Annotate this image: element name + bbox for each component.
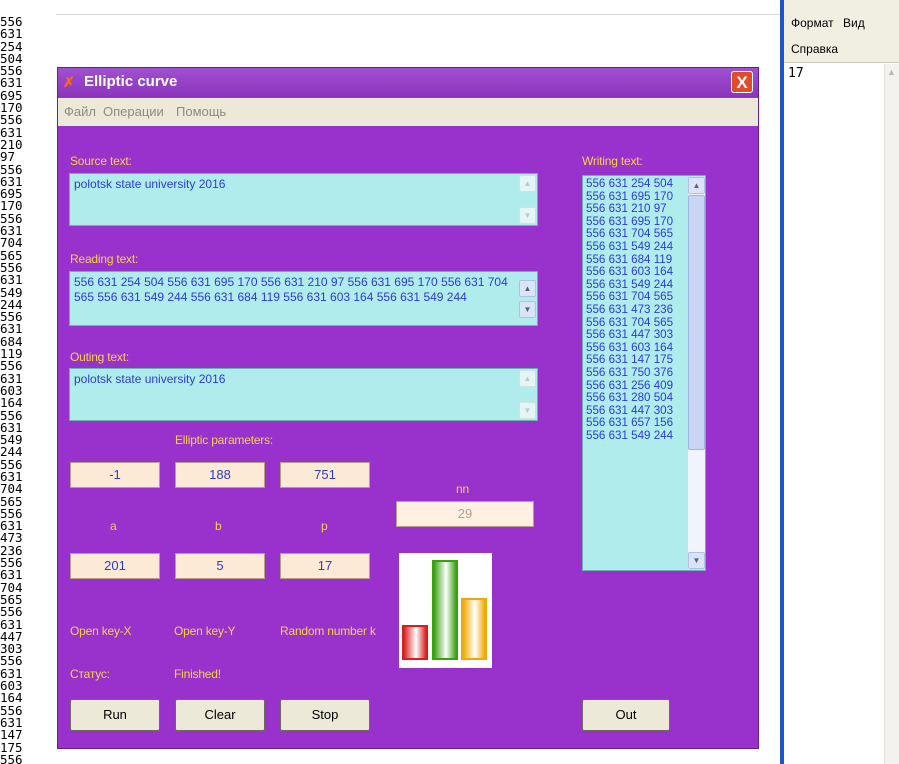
close-button[interactable]: X [731,71,753,93]
param-p-field[interactable]: 751 [280,462,370,488]
param-b-field[interactable]: 188 [175,462,265,488]
writing-scrollbar[interactable]: ▲ ▼ [688,177,705,569]
background-number: 556 [0,751,23,764]
status-label: Статус: [70,667,110,681]
status-value: Finished! [174,667,221,681]
param-a-field[interactable]: -1 [70,462,160,488]
source-text-label: Source text: [70,154,132,168]
param-p-label: p [321,519,328,533]
source-text-value: polotsk state university 2016 [74,177,226,191]
open-key-x-label: Open key-X [70,624,132,638]
reading-text-field[interactable]: 556 631 254 504 556 631 695 170 556 631 … [69,271,538,326]
scroll-down-icon[interactable]: ▼ [519,402,536,419]
run-button[interactable]: Run [70,699,160,731]
open-key-y-field[interactable]: 5 [175,553,265,579]
source-text-field[interactable]: polotsk state university 2016 ▲ ▼ [69,173,538,226]
param-a-label: a [110,519,117,533]
background-window-edge [56,0,780,15]
reading-text-label: Reading text: [70,252,139,266]
scroll-down-icon[interactable]: ▼ [688,552,705,569]
random-k-label: Random number k [280,624,376,638]
writing-text-label: Writing text: [582,154,643,168]
scroll-up-icon[interactable]: ▲ [688,177,705,194]
reading-text-value: 556 631 254 504 556 631 695 170 556 631 … [74,275,508,304]
chart-bar-red [402,625,428,660]
notepad-text[interactable]: 17 [788,66,804,81]
background-notepad [780,0,899,764]
chart-bar-green [432,560,458,660]
notepad-scrollbar[interactable] [884,64,899,764]
out-button[interactable]: Out [582,699,670,731]
chart-bar-yellow [461,598,487,660]
writing-scroll-thumb[interactable] [688,195,705,450]
outing-text-label: Outing text: [70,350,129,364]
menu-operations[interactable]: Операции [103,104,164,119]
random-k-field[interactable]: 17 [280,553,370,579]
reading-scrollbar[interactable]: ▲ ▼ [519,273,536,324]
menu-file[interactable]: Файл [64,104,96,119]
open-key-y-label: Open key-Y [174,624,236,638]
scroll-up-icon[interactable]: ▲ [519,175,536,192]
nn-field: 29 [396,501,534,527]
bar-chart-icon [399,553,492,668]
open-key-x-field[interactable]: 201 [70,553,160,579]
elliptic-curve-window: ✗ Elliptic curve X Файл Операции Помощь … [57,67,759,749]
menu-view[interactable]: Вид [843,16,865,30]
menu-bar: Файл Операции Помощь [58,98,758,126]
nn-label: nn [456,482,469,496]
menu-help[interactable]: Справка [791,42,838,56]
title-bar[interactable]: ✗ Elliptic curve X [58,68,758,97]
source-scrollbar[interactable]: ▲ ▼ [519,175,536,224]
menu-format[interactable]: Формат [791,16,834,30]
background-number-list: 556 631 254 504 556 631 695 170 556 631 210 97 556 63… [0,16,56,764]
outing-scrollbar[interactable]: ▲ ▼ [519,370,536,419]
clear-button[interactable]: Clear [175,699,265,731]
app-icon: ✗ [63,74,75,90]
background-notepad-menu: Формат Вид Справка [784,0,899,63]
background-notepad-border [780,0,784,764]
outing-text-value: polotsk state university 2016 [74,372,226,386]
scroll-up-icon[interactable]: ▲ [519,280,536,297]
scroll-up-icon[interactable]: ▲ [884,64,899,80]
scroll-up-icon[interactable]: ▲ [519,370,536,387]
outing-text-field[interactable]: polotsk state university 2016 ▲ ▼ [69,368,538,421]
stop-button[interactable]: Stop [280,699,370,731]
writing-text-field[interactable]: 556 631 254 504 556 631 695 170 556 631 21… [582,175,706,571]
scroll-down-icon[interactable]: ▼ [519,207,536,224]
elliptic-parameters-label: Elliptic parameters: [175,433,274,447]
window-title: Elliptic curve [84,73,178,90]
scroll-down-icon[interactable]: ▼ [519,301,536,318]
param-b-label: b [215,519,222,533]
menu-help[interactable]: Помощь [176,104,226,119]
